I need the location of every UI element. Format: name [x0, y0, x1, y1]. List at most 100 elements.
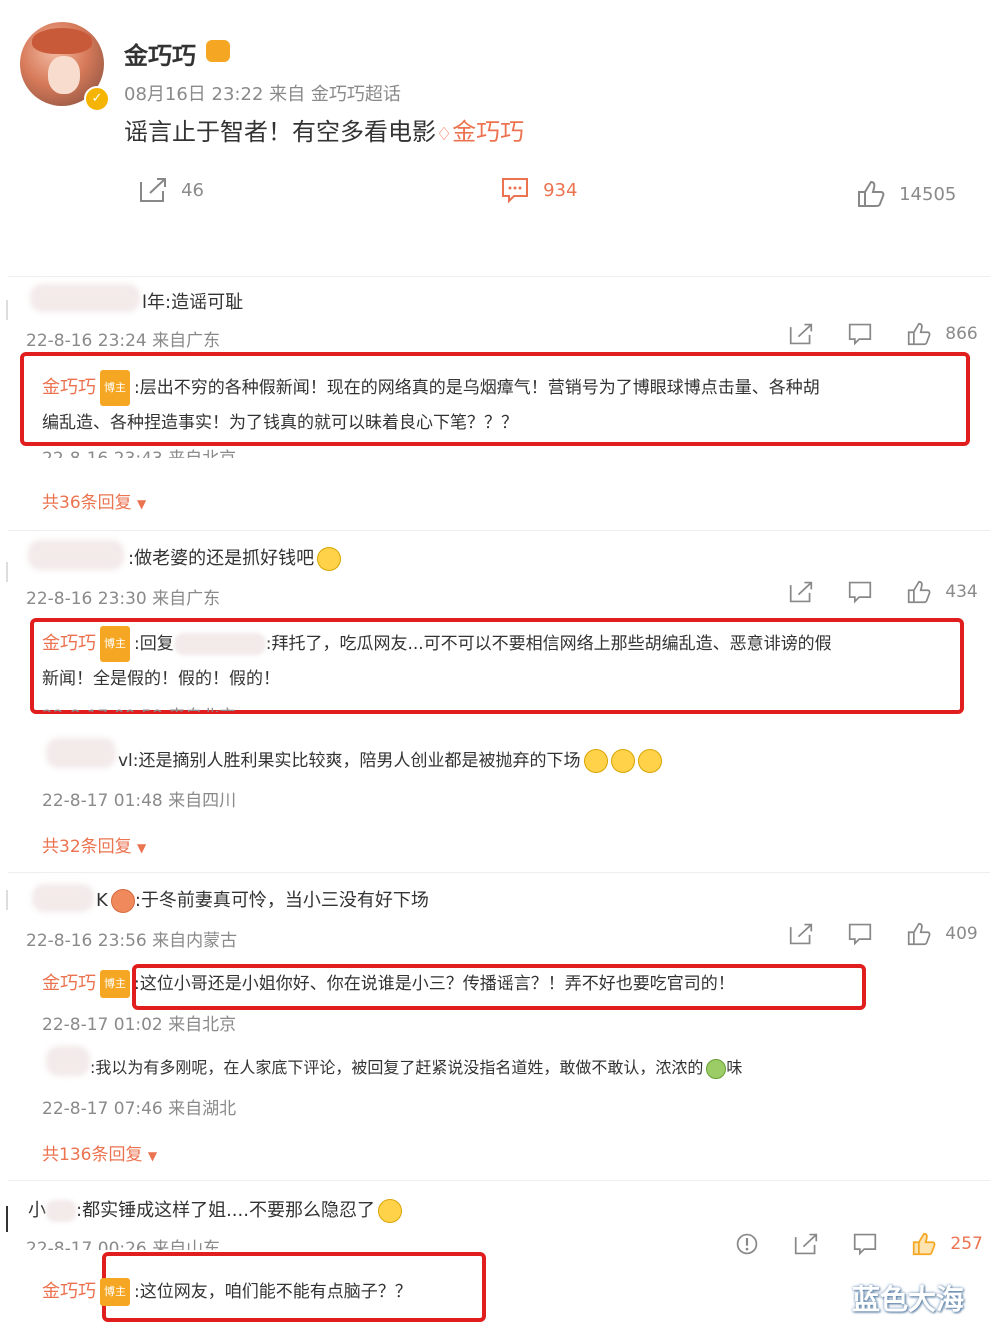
thumbs-up-icon[interactable]	[906, 580, 932, 604]
reply-meta: 22-8-17 00:58 来自北京	[42, 702, 236, 712]
more-replies-link[interactable]: 共136条回复 ▼	[42, 1140, 157, 1165]
comment-like-count: 434	[945, 582, 978, 602]
laugh-cry-emoji-icon	[317, 547, 342, 571]
comment-body: l年:造谣可耻	[142, 292, 244, 313]
reply-line-1: 金巧巧 博主:层出不穷的各种假新闻！现在的网络真的是乌烟瘴气！营销号为了博眼球博点…	[42, 370, 962, 406]
reply-author[interactable]: 金巧巧	[42, 973, 96, 994]
post-author[interactable]: 金巧巧	[124, 36, 196, 71]
sub-reply-meta: 22-8-17 01:48 来自四川	[42, 791, 237, 811]
sub-reply-text: :我以为有多刚呢，在人家底下评论，被回复了赶紧说没指名道姓，敢做不敢认，浓浓的	[90, 1058, 704, 1077]
reply-line-1: 金巧巧 博主:回复 :拜托了，吃瓜网友...可不可以不要相信网络上那些胡编乱造、恶意…	[42, 626, 958, 662]
blurred-username	[30, 284, 140, 312]
report-icon[interactable]	[734, 1232, 760, 1256]
sub-reply: vl:还是摘别人胜利果实比较爽，陪男人创业都是被抛弃的下场	[118, 746, 662, 773]
share-count: 46	[181, 179, 204, 201]
comment-icon[interactable]	[852, 1232, 878, 1256]
verified-icon: ✓	[84, 86, 110, 112]
thumbs-up-icon[interactable]	[911, 1232, 937, 1256]
share-action[interactable]: 46	[138, 176, 204, 204]
comment-action[interactable]: 934	[500, 176, 577, 204]
more-replies-label: 共136条回复	[42, 1145, 143, 1165]
thread-marker	[6, 300, 8, 320]
green-hat-emoji-icon	[706, 1058, 727, 1079]
thumbs-up-icon	[858, 180, 885, 207]
divider	[8, 530, 990, 531]
comment-actions: 434	[788, 580, 978, 604]
share-icon[interactable]	[793, 1232, 819, 1256]
thumbs-up-icon[interactable]	[906, 322, 932, 346]
comment-body: :都实锤成这样了姐....不要那么隐忍了	[76, 1200, 375, 1221]
thumbs-up-icon[interactable]	[906, 922, 932, 946]
blurred-username	[28, 540, 124, 570]
blogger-badge: 博主	[100, 626, 130, 662]
reply-line-2: 编乱造、各种捏造事实！为了钱真的就可以昧着良心下笔？？？	[42, 413, 518, 433]
share-icon[interactable]	[788, 580, 814, 604]
post-text-body: 谣言止于智者！有空多看电影	[124, 118, 436, 146]
reply-author[interactable]: 金巧巧	[42, 377, 96, 398]
reply-meta: 22-8-17 01:02 来自北京	[42, 1015, 237, 1035]
comment-like-count: 866	[945, 324, 978, 344]
comment-actions: 866	[788, 322, 978, 346]
comment-text: l年:造谣可耻	[142, 288, 243, 314]
comment-text: :做老婆的还是抓好钱吧	[128, 544, 342, 571]
sub-reply-end: 味	[726, 1058, 743, 1077]
like-action[interactable]: 14505	[856, 180, 956, 208]
comment-icon[interactable]	[847, 580, 873, 604]
blurred-username	[46, 738, 116, 768]
more-replies-link[interactable]: 共32条回复 ▼	[42, 832, 146, 857]
comment-meta: 22-8-17 00:26 来自山东	[26, 1239, 221, 1250]
reply-meta: 22-8-16 23:43 来自北京	[42, 444, 236, 458]
reply-text: :层出不穷的各种假新闻！现在的网络真的是乌烟瘴气！营销号为了博眼球博点击量、各种…	[134, 378, 820, 398]
comment-body: :于冬前妻真可怜，当小三没有好下场	[134, 890, 429, 911]
blogger-badge: 博主	[100, 370, 130, 406]
sub-reply: :我以为有多刚呢，在人家底下评论，被回复了赶紧说没指名道姓，敢做不敢认，浓浓的 味	[90, 1054, 742, 1079]
reply-author[interactable]: 金巧巧	[42, 1281, 96, 1302]
chevron-down-icon: ▼	[147, 1149, 158, 1163]
comment-icon[interactable]	[847, 922, 873, 946]
comment-text: 小:都实锤成这样了姐....不要那么隐忍了	[28, 1196, 402, 1223]
blurred-username	[46, 1200, 76, 1222]
comment-meta: 22-8-16 23:56 来自内蒙古	[26, 931, 238, 951]
like-count: 14505	[899, 183, 957, 205]
more-replies-link[interactable]: 共36条回复 ▼	[42, 488, 146, 513]
comment-actions: 409	[788, 922, 978, 946]
comment-text: K :于冬前妻真可怜，当小三没有好下场	[96, 886, 429, 913]
chevron-down-icon: ▼	[137, 841, 147, 855]
blurred-username	[32, 884, 94, 912]
more-replies-label: 共36条回复	[42, 493, 132, 513]
smile-emoji-icon	[610, 749, 635, 773]
comment-head: K	[96, 890, 108, 911]
author-reply: 金巧巧 博主:层出不穷的各种假新闻！现在的网络真的是乌烟瘴气！营销号为了博眼球博点…	[42, 370, 962, 440]
face-emoji-icon	[110, 889, 135, 913]
comment-count: 934	[543, 179, 578, 201]
comment-body: :做老婆的还是抓好钱吧	[128, 548, 315, 569]
comment-meta: 22-8-16 23:24 来自广东	[26, 331, 221, 351]
post-topic-link[interactable]: 金巧巧	[452, 118, 524, 146]
comment-meta: 22-8-16 23:30 来自广东	[26, 589, 221, 609]
comment-icon[interactable]	[847, 322, 873, 346]
reply-text: :拜托了，吃瓜网友...可不可以不要相信网络上那些胡编乱造、恶意诽谤的假	[265, 634, 832, 654]
share-icon	[140, 178, 166, 202]
smile-emoji-icon	[583, 749, 608, 773]
comment-like-count: 257	[950, 1234, 983, 1254]
blurred-mention	[173, 633, 266, 655]
sub-reply-meta: 22-8-17 07:46 来自湖北	[42, 1099, 237, 1119]
share-icon[interactable]	[788, 322, 814, 346]
blurred-username	[46, 1046, 90, 1076]
more-replies-label: 共32条回复	[42, 837, 132, 857]
chevron-down-icon: ▼	[137, 497, 147, 511]
thread-marker	[6, 562, 8, 582]
reply-line-2: 新闻！全是假的！假的！假的！	[42, 669, 280, 689]
reply-prefix: :回复	[134, 634, 174, 654]
reply-text: :这位小哥还是小姐你好、你在说谁是小三？传播谣言？！弄不好也要吃官司的！	[134, 974, 735, 994]
reply-author[interactable]: 金巧巧	[42, 633, 96, 654]
blogger-badge: 博主	[100, 1278, 130, 1306]
diamond-icon: ♢	[436, 124, 453, 145]
fan-badge-icon	[206, 40, 230, 62]
smile-emoji-icon	[637, 749, 662, 773]
crying-emoji-icon	[377, 1199, 402, 1223]
share-icon[interactable]	[788, 922, 814, 946]
watermark: 蓝色大海	[852, 1283, 965, 1316]
blogger-badge: 博主	[100, 970, 130, 998]
post-text: 谣言止于智者！有空多看电影♢金巧巧	[124, 112, 524, 147]
